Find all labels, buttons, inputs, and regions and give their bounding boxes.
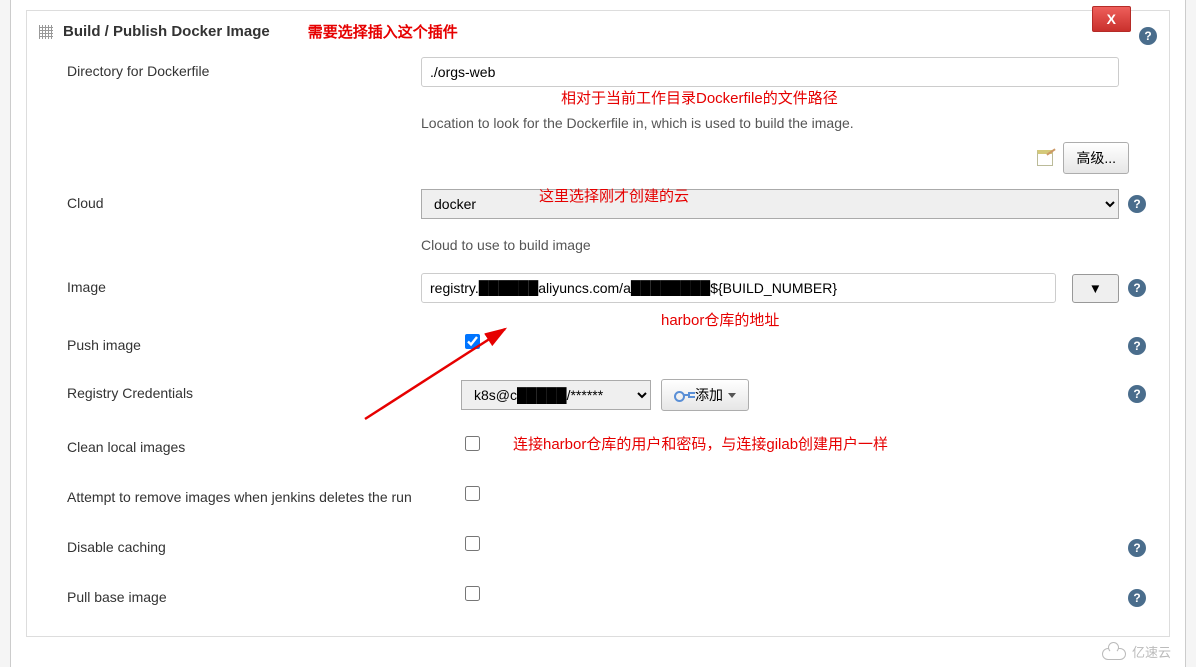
watermark: 亿速云: [1102, 642, 1171, 661]
drag-handle-icon[interactable]: [39, 25, 53, 39]
annotation-cred: 连接harbor仓库的用户和密码，与连接gilab创建用户一样: [513, 433, 888, 454]
help-icon[interactable]: ?: [1128, 589, 1146, 607]
advanced-button[interactable]: 高级...: [1063, 142, 1129, 174]
variable-dropdown-button[interactable]: ▼: [1072, 274, 1119, 303]
image-label: Image: [41, 273, 421, 301]
disable-caching-label: Disable caching: [41, 533, 461, 561]
annotation-harbor: harbor仓库的地址: [661, 309, 779, 330]
help-icon[interactable]: ?: [1128, 337, 1146, 355]
help-icon[interactable]: ?: [1139, 27, 1157, 45]
disable-caching-checkbox[interactable]: [465, 536, 480, 551]
dockerfile-dir-input[interactable]: [421, 57, 1119, 87]
push-image-checkbox[interactable]: [465, 334, 480, 349]
key-icon: [674, 390, 690, 400]
close-button[interactable]: X: [1092, 6, 1131, 32]
help-icon[interactable]: ?: [1128, 195, 1146, 213]
add-btn-label: 添加: [695, 385, 723, 405]
image-input[interactable]: [421, 273, 1056, 303]
pull-base-label: Pull base image: [41, 583, 461, 611]
annotation-plugin: 需要选择插入这个插件: [308, 21, 458, 42]
pull-base-checkbox[interactable]: [465, 586, 480, 601]
cloud-select[interactable]: docker: [421, 189, 1119, 219]
cloud-desc: Cloud to use to build image: [421, 237, 1119, 253]
cloud-label: Cloud: [41, 189, 421, 217]
annotation-path: 相对于当前工作目录Dockerfile的文件路径: [561, 87, 838, 108]
help-icon[interactable]: ?: [1128, 539, 1146, 557]
clean-images-label: Clean local images: [41, 433, 461, 461]
push-image-label: Push image: [41, 331, 461, 359]
registry-cred-select[interactable]: k8s@c█████/******: [461, 380, 651, 410]
help-icon[interactable]: ?: [1128, 385, 1146, 403]
dockerfile-desc: Location to look for the Dockerfile in, …: [421, 115, 1119, 131]
attempt-remove-label: Attempt to remove images when jenkins de…: [41, 483, 461, 511]
section-title: Build / Publish Docker Image: [63, 23, 270, 40]
attempt-remove-checkbox[interactable]: [465, 486, 480, 501]
annotation-cloud: 这里选择刚才创建的云: [539, 185, 689, 206]
dockerfile-dir-label: Directory for Dockerfile: [41, 57, 421, 85]
chevron-down-icon: [728, 393, 736, 398]
notepad-icon: [1035, 148, 1055, 168]
cloud-icon: [1102, 644, 1128, 660]
help-icon[interactable]: ?: [1128, 279, 1146, 297]
registry-cred-label: Registry Credentials: [41, 379, 461, 407]
clean-images-checkbox[interactable]: [465, 436, 480, 451]
add-credential-button[interactable]: 添加: [661, 379, 749, 411]
